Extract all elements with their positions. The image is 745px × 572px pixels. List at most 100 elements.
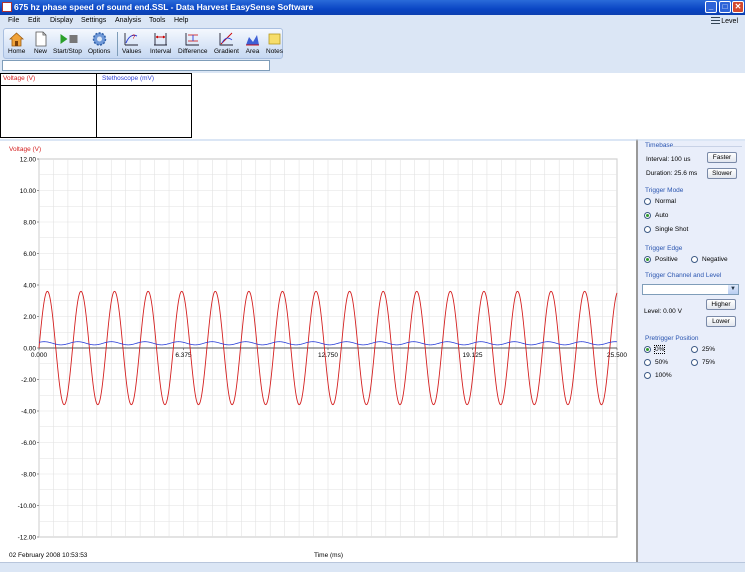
x-tick-label: 19.125 <box>463 352 483 359</box>
radio-pretrigger-100-label: 100% <box>655 372 672 379</box>
interval-icon <box>154 33 168 46</box>
start-stop-button[interactable]: Start/Stop <box>53 31 82 55</box>
difference-button[interactable]: Difference <box>178 31 208 55</box>
radio-positive-label: Positive <box>655 256 678 263</box>
radio-single-shot[interactable] <box>644 226 651 233</box>
menu-analysis[interactable]: Analysis <box>115 17 141 24</box>
level-label: Level <box>721 18 738 25</box>
y-tick-label: -8.00 <box>21 471 36 478</box>
stethoscope-meter-label: Stethoscope (mV) <box>102 75 155 82</box>
y-tick-label: -6.00 <box>21 440 36 447</box>
y-tick-label: 6.00 <box>23 251 36 258</box>
difference-icon <box>185 33 200 46</box>
lower-button[interactable]: Lower <box>706 316 736 327</box>
menu-help[interactable]: Help <box>174 17 188 24</box>
gradient-icon <box>219 32 233 46</box>
higher-button[interactable]: Higher <box>706 299 736 310</box>
interval-label: Interval <box>150 48 172 55</box>
radio-pretrigger-50-label: 50% <box>655 359 669 366</box>
notes-button[interactable]: Notes <box>266 31 283 55</box>
slower-button[interactable]: Slower <box>707 168 737 179</box>
radio-pretrigger-25-label: 25% <box>702 346 716 353</box>
faster-button[interactable]: Faster <box>707 152 737 163</box>
area-label: Area <box>245 48 260 55</box>
app-icon <box>2 2 12 12</box>
radio-auto[interactable] <box>644 212 651 219</box>
radio-negative[interactable] <box>691 256 698 263</box>
meter-panel: Voltage (V) Stethoscope (mV) <box>0 73 192 138</box>
options-button[interactable]: Options <box>88 31 110 55</box>
radio-single-shot-label: Single Shot <box>655 226 689 233</box>
new-label: New <box>33 48 47 55</box>
voltage-meter-label: Voltage (V) <box>3 75 36 82</box>
x-axis-label: Time (ms) <box>314 552 343 559</box>
radio-normal-label: Normal <box>655 198 676 205</box>
trigger-edge-title: Trigger Edge <box>645 245 683 252</box>
oscilloscope-chart[interactable]: 12.0010.008.006.004.002.000.00-2.00-4.00… <box>0 141 636 562</box>
home-button[interactable]: Home <box>8 31 25 55</box>
x-tick-label: 6.375 <box>175 352 192 359</box>
y-tick-label: -4.00 <box>21 408 36 415</box>
minimize-button[interactable]: _ <box>705 1 717 13</box>
values-label: Values <box>122 48 142 55</box>
gradient-button[interactable]: Gradient <box>214 31 239 55</box>
interval-readout: Interval: 100 us <box>646 156 691 163</box>
pretrigger-title: Pretrigger Position <box>645 335 699 342</box>
voltage-meter: Voltage (V) <box>1 74 97 137</box>
radio-auto-label: Auto <box>655 212 669 219</box>
group-rule <box>671 146 742 147</box>
area-button[interactable]: Area <box>244 31 261 55</box>
y-tick-label: 4.00 <box>23 282 36 289</box>
meter-divider <box>97 85 192 86</box>
timebase-title: Timebase <box>645 142 674 149</box>
duration-readout: Duration: 25.6 ms <box>646 170 698 177</box>
radio-pretrigger-75-label: 75% <box>702 359 716 366</box>
notes-icon <box>268 33 281 45</box>
x-tick-label: 0.000 <box>31 352 48 359</box>
maximize-button[interactable]: □ <box>719 1 731 13</box>
y-tick-label: -10.00 <box>18 503 37 510</box>
y-tick-label: 12.00 <box>20 156 37 163</box>
radio-pretrigger-100[interactable] <box>644 372 651 379</box>
radio-pretrigger-75[interactable] <box>691 359 698 366</box>
toolbar: Home New Start/Stop Options ? Values Int… <box>3 28 283 59</box>
radio-pretrigger-0[interactable] <box>644 346 651 353</box>
options-label: Options <box>88 48 111 55</box>
interval-button[interactable]: Interval <box>150 31 171 55</box>
area-icon <box>246 35 259 46</box>
menu-settings[interactable]: Settings <box>81 17 106 24</box>
menu-bar: File Edit Display Settings Analysis Tool… <box>0 15 745 27</box>
menu-file[interactable]: File <box>8 17 19 24</box>
radio-normal[interactable] <box>644 198 651 205</box>
radio-negative-label: Negative <box>702 256 728 263</box>
toolbar-input-strip[interactable] <box>2 60 270 71</box>
gear-icon <box>92 32 106 46</box>
radio-pretrigger-25[interactable] <box>691 346 698 353</box>
y-tick-labels: 12.0010.008.006.004.002.000.00-2.00-4.00… <box>18 156 39 541</box>
menu-display[interactable]: Display <box>50 17 73 24</box>
meter-divider <box>1 85 96 86</box>
y-tick-label: -2.00 <box>21 377 36 384</box>
level-button[interactable]: Level <box>711 16 738 25</box>
menu-tools[interactable]: Tools <box>149 17 165 24</box>
toolbar-separator <box>117 32 118 56</box>
play-stop-icon <box>60 34 78 44</box>
chart-panel: 12.00 10.00 8.00 6.00 4.00 2.00 0.00 -2.00 -4.00… <box>0 139 637 562</box>
trigger-channel-select[interactable]: ▼ <box>642 284 739 295</box>
y-tick-label: 10.00 <box>20 188 37 195</box>
difference-label: Difference <box>178 48 208 55</box>
trigger-level-readout: Level: 0.00 V <box>644 308 682 315</box>
y-tick-label: -12.00 <box>18 534 37 541</box>
x-tick-label: 25.500 <box>607 352 627 359</box>
gradient-label: Gradient <box>214 48 239 55</box>
new-button[interactable]: New <box>32 31 49 55</box>
level-icon <box>711 17 721 24</box>
chevron-down-icon: ▼ <box>728 285 738 294</box>
stethoscope-meter: Stethoscope (mV) <box>97 74 192 137</box>
radio-pretrigger-50[interactable] <box>644 359 651 366</box>
values-button[interactable]: ? Values <box>122 31 141 55</box>
close-button[interactable]: ✕ <box>732 1 744 13</box>
radio-positive[interactable] <box>644 256 651 263</box>
menu-edit[interactable]: Edit <box>28 17 40 24</box>
timestamp: 02 February 2008 10:53:53 <box>9 552 88 559</box>
